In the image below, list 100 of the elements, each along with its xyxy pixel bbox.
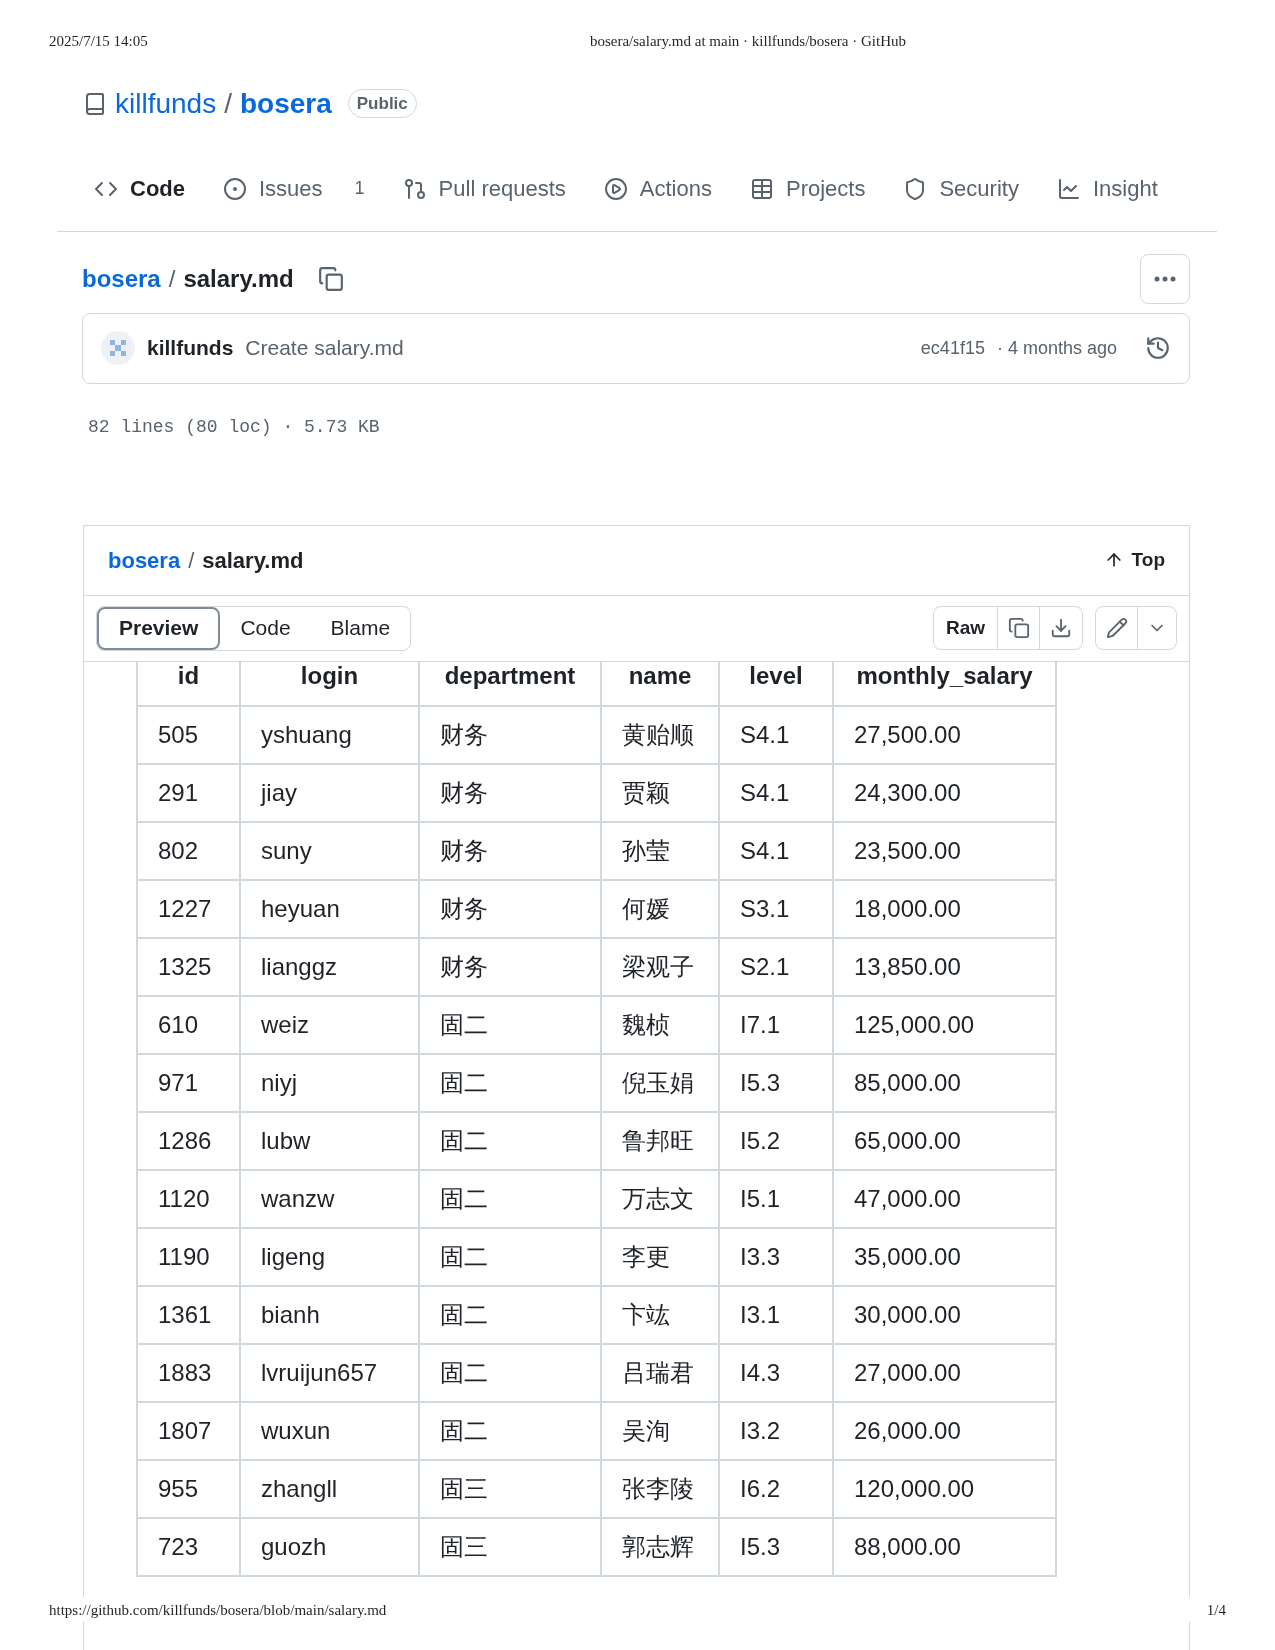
page-title: bosera/salary.md at main · killfunds/bosera · GitHub <box>589 32 906 51</box>
nav-tab[interactable]: Security <box>903 172 1019 205</box>
column-header: name <box>601 661 719 706</box>
table-cell: 27,500.00 <box>833 705 1056 764</box>
table-cell: 13,850.00 <box>833 937 1056 996</box>
pencil-icon <box>1105 617 1128 639</box>
download-icon <box>1050 617 1072 639</box>
table-cell: lubw <box>240 1111 419 1170</box>
file-name: salary.md <box>202 546 304 575</box>
table-cell: 固二 <box>419 995 601 1054</box>
nav-tab[interactable]: Code <box>94 172 185 205</box>
table-cell: 财务 <box>419 879 601 938</box>
table-cell: 1286 <box>137 1111 240 1170</box>
table-cell: guozh <box>240 1517 419 1576</box>
table-cell: jiay <box>240 763 419 822</box>
view-tab[interactable]: Blame <box>310 606 411 650</box>
view-tab[interactable]: Preview <box>97 606 221 650</box>
table-cell: I3.1 <box>719 1285 833 1344</box>
repo-icon <box>83 91 107 116</box>
nav-tab[interactable]: Issues 1 <box>223 172 365 205</box>
copy-icon[interactable] <box>317 265 344 292</box>
table-cell: heyuan <box>240 879 419 938</box>
table-cell: 卞竑 <box>601 1285 719 1344</box>
table-cell: 88,000.00 <box>833 1517 1056 1576</box>
table-cell: 固二 <box>419 1343 601 1402</box>
repo-link[interactable]: bosera <box>239 82 332 125</box>
commit-message[interactable]: Create salary.md <box>245 332 404 364</box>
table-cell: bianh <box>240 1285 419 1344</box>
path-separator: / <box>224 86 232 121</box>
nav-tab[interactable]: Actions <box>603 172 712 205</box>
table-cell: I7.1 <box>719 995 833 1054</box>
table-cell: 723 <box>137 1517 240 1576</box>
column-header: monthly_salary <box>833 661 1056 706</box>
table-cell: wanzw <box>240 1169 419 1228</box>
table-cell: 1190 <box>137 1227 240 1286</box>
commit-sha[interactable]: ec41f15 <box>920 334 985 362</box>
table-cell: I6.2 <box>719 1459 833 1518</box>
table-cell: 固二 <box>419 1401 601 1460</box>
graph-icon <box>1056 176 1081 201</box>
table-cell: wuxun <box>240 1401 419 1460</box>
history-icon[interactable] <box>1145 335 1171 361</box>
owner-link[interactable]: killfunds <box>115 82 217 125</box>
table-cell: suny <box>240 821 419 880</box>
table-cell: I5.1 <box>719 1169 833 1228</box>
table-cell: 黄贻顺 <box>601 705 719 764</box>
table-cell: 梁观子 <box>601 937 719 996</box>
table-cell: 1807 <box>137 1401 240 1460</box>
commit-author[interactable]: killfunds <box>147 332 234 364</box>
column-header: id <box>137 661 240 706</box>
table-cell: 971 <box>137 1053 240 1112</box>
table-cell: 1227 <box>137 879 240 938</box>
table-cell: 财务 <box>419 937 601 996</box>
table-cell: 财务 <box>419 705 601 764</box>
nav-tab[interactable]: Insight <box>1056 172 1158 205</box>
table-cell: 倪玉娟 <box>601 1053 719 1112</box>
table-cell: S2.1 <box>719 937 833 996</box>
table-cell: 孙莹 <box>601 821 719 880</box>
table-cell: 郭志辉 <box>601 1517 719 1576</box>
table-cell: 固二 <box>419 1053 601 1112</box>
pull-request-icon <box>402 176 427 201</box>
breadcrumb-repo-link[interactable]: bosera <box>82 260 161 297</box>
ellipsis-icon <box>1154 275 1176 282</box>
table-cell: lvruijun657 <box>240 1343 419 1402</box>
table-cell: I4.3 <box>719 1343 833 1402</box>
table-cell: I3.2 <box>719 1401 833 1460</box>
table-cell: niyj <box>240 1053 419 1112</box>
commit-age: · 4 months ago <box>996 336 1117 360</box>
table-cell: I5.2 <box>719 1111 833 1170</box>
nav-tab[interactable]: Pull requests <box>402 172 566 205</box>
breadcrumb-repo-link[interactable]: bosera <box>108 543 181 577</box>
top-link[interactable]: Top <box>1103 545 1165 575</box>
table-cell: 18,000.00 <box>833 879 1056 938</box>
table-cell: 吴洵 <box>601 1401 719 1460</box>
table-cell: 1120 <box>137 1169 240 1228</box>
file-name: salary.md <box>183 263 294 294</box>
print-date: 2025/7/15 14:05 <box>49 32 148 51</box>
table-cell: 955 <box>137 1459 240 1518</box>
table-cell: I3.3 <box>719 1227 833 1286</box>
view-tab[interactable]: Code <box>220 606 311 650</box>
table-cell: 30,000.00 <box>833 1285 1056 1344</box>
avatar-icon <box>101 331 135 365</box>
table-icon <box>749 176 774 201</box>
table-cell: 贾颖 <box>601 763 719 822</box>
table-cell: 47,000.00 <box>833 1169 1056 1228</box>
table-cell: 85,000.00 <box>833 1053 1056 1112</box>
table-cell: 65,000.00 <box>833 1111 1056 1170</box>
table-cell: 固二 <box>419 1169 601 1228</box>
table-cell: 固三 <box>419 1517 601 1576</box>
table-cell: 27,000.00 <box>833 1343 1056 1402</box>
nav-tab[interactable]: Projects <box>749 172 866 205</box>
circle-dot-icon <box>223 176 247 201</box>
table-cell: yshuang <box>240 705 419 764</box>
copy-icon <box>1007 617 1030 639</box>
table-cell: 35,000.00 <box>833 1227 1056 1286</box>
table-cell: 291 <box>137 763 240 822</box>
page-number: 1/4 <box>1206 1601 1226 1620</box>
table-cell: 何媛 <box>601 879 719 938</box>
table-cell: I5.3 <box>719 1053 833 1112</box>
table-cell: 26,000.00 <box>833 1401 1056 1460</box>
table-cell: zhangll <box>240 1459 419 1518</box>
